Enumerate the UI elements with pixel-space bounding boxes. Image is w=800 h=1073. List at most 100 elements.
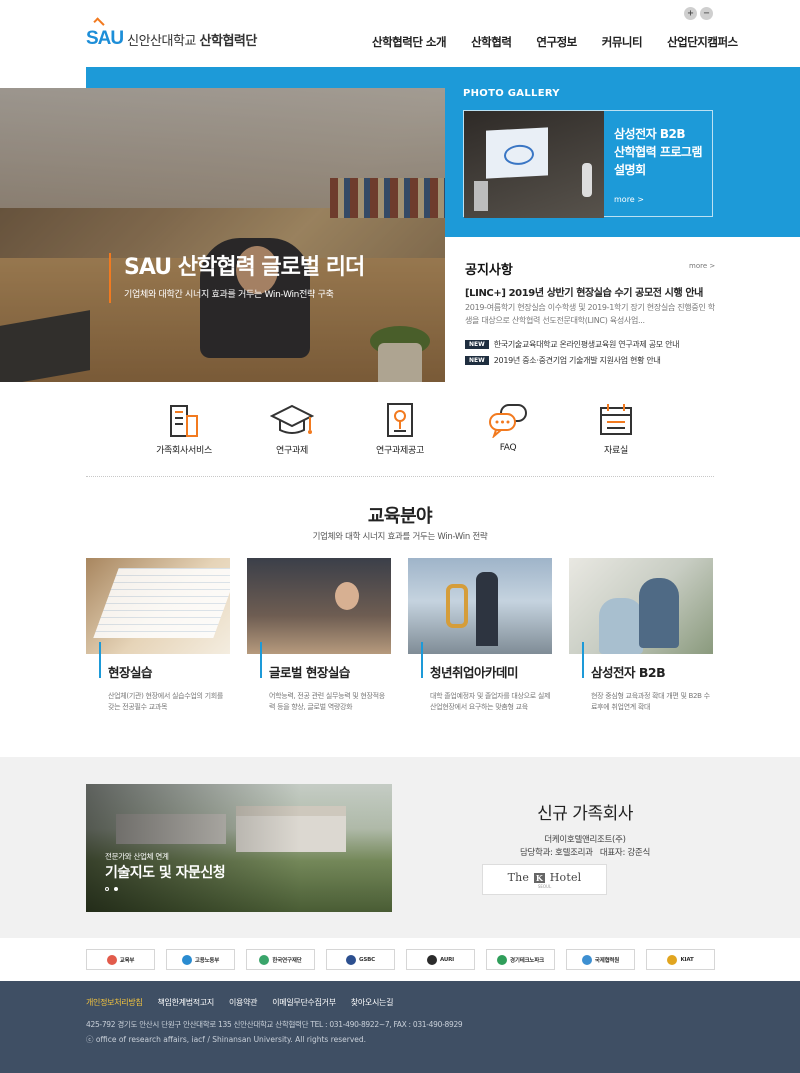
new-badge: NEW	[465, 355, 489, 365]
partner-logo[interactable]: 교육부	[86, 949, 155, 970]
gallery-caption-line: 설명회	[614, 163, 646, 177]
notice-description: 2019-여름학기 현장실습 이수학생 및 2019-1학기 장기 현장실습 진…	[465, 303, 715, 325]
logo-text: 신안산대학교 산학협력단	[127, 33, 257, 49]
education-card-desc: 현장 중심형 교육과정 확대 개편 및 B2B 수료후에 취업연계 확대	[591, 692, 710, 711]
partner-emblem-icon	[346, 954, 357, 965]
partner-emblem-icon	[106, 954, 117, 965]
hero-accent-bar	[109, 253, 111, 303]
education-card-title[interactable]: 삼성전자 B2B	[591, 662, 713, 681]
nav-item-cooperation[interactable]: 산학협력	[471, 34, 512, 50]
graduation-cap-icon	[270, 401, 314, 439]
family-company-logo[interactable]: The K Hotel SEOUL	[482, 864, 607, 895]
footer-link-terms[interactable]: 이용약관	[229, 997, 258, 1008]
education-card-image[interactable]	[247, 558, 391, 654]
partner-emblem-icon	[496, 954, 507, 965]
partner-emblem-icon	[181, 954, 192, 965]
slider-dot-active[interactable]	[114, 887, 118, 891]
slider-dot[interactable]	[105, 887, 109, 891]
nav-item-campus[interactable]: 산업단지캠퍼스	[667, 34, 738, 50]
zoom-in-button[interactable]: +	[684, 7, 697, 20]
notice-item-text[interactable]: 한국기술교육대학교 온라인평생교육원 연구과제 공모 안내	[494, 339, 680, 350]
nav-item-intro[interactable]: 산학협력단 소개	[372, 34, 447, 50]
calendar-icon	[594, 401, 638, 439]
education-card[interactable]: 현장실습 산업체(기관) 현장에서 실습수업의 기회를 갖는 전공필수 교과목	[86, 558, 230, 734]
education-card-desc: 대학 졸업예정자 및 졸업자를 대상으로 실제 산업현장에서 요구하는 맞춤형 …	[430, 692, 551, 711]
notice-heading: 공지사항	[465, 263, 513, 278]
section-divider	[86, 476, 714, 477]
quick-menu: 가족회사서비스 연구과제 연구과제공고 FAQ 자료실	[130, 401, 670, 456]
education-title: 교육분야	[367, 506, 433, 527]
partner-emblem-icon	[667, 954, 678, 965]
footer-link-directions[interactable]: 찾아오시는길	[351, 997, 394, 1008]
quick-item-research[interactable]: 연구과제	[238, 401, 346, 456]
education-card-title[interactable]: 글로벌 현장실습	[269, 662, 391, 681]
hero-title: SAU 산학협력 글로벌 리더	[124, 255, 365, 280]
site-logo[interactable]: SAU 신안산대학교 산학협력단	[86, 17, 257, 50]
gallery-heading: PHOTO GALLERY	[463, 88, 560, 99]
partner-logo[interactable]: 한국연구재단	[246, 949, 315, 970]
notice-item[interactable]: NEW 2019년 중소·중견기업 기술개발 지원사업 현황 안내	[465, 352, 679, 368]
education-card[interactable]: 삼성전자 B2B 현장 중심형 교육과정 확대 개편 및 B2B 수료후에 취업…	[569, 558, 713, 734]
notice-more-link[interactable]: more >	[689, 262, 715, 270]
education-card-desc: 산업체(기관) 현장에서 실습수업의 기회를 갖는 전공필수 교과목	[108, 692, 224, 711]
consulting-banner[interactable]	[86, 784, 392, 912]
family-ceo: 대표자: 강준식	[599, 848, 650, 858]
quick-item-faq[interactable]: FAQ	[454, 401, 562, 456]
partner-logo[interactable]: KIAT	[646, 949, 715, 970]
education-card-desc: 어학능력, 전공 관련 실무능력 및 현장적응력 등을 향상, 글로벌 역량강화	[269, 692, 385, 711]
new-badge: NEW	[465, 339, 489, 349]
slider-dots	[105, 887, 118, 891]
logo-mark: SAU	[86, 17, 124, 50]
hero-banner[interactable]	[0, 88, 445, 382]
certificate-icon	[378, 401, 422, 439]
zoom-out-button[interactable]: −	[700, 7, 713, 20]
quick-item-label: FAQ	[499, 443, 517, 453]
footer-link-privacy[interactable]: 개인정보처리방침	[86, 997, 143, 1008]
footer-link-email-policy[interactable]: 이메일무단수집거부	[272, 997, 336, 1008]
education-cards: 현장실습 산업체(기관) 현장에서 실습수업의 기회를 갖는 전공필수 교과목 …	[86, 558, 713, 734]
partner-logo[interactable]: AURI	[406, 949, 475, 970]
education-card[interactable]: 청년취업아카데미 대학 졸업예정자 및 졸업자를 대상으로 실제 산업현장에서 …	[408, 558, 552, 734]
education-card[interactable]: 글로벌 현장실습 어학능력, 전공 관련 실무능력 및 현장적응력 등을 향상,…	[247, 558, 391, 734]
quick-item-archive[interactable]: 자료실	[562, 401, 670, 456]
consulting-subtitle: 전문가와 산업체 연계	[105, 852, 169, 861]
quick-item-family-service[interactable]: 가족회사서비스	[130, 401, 238, 456]
partner-logo[interactable]: 국제협력원	[566, 949, 635, 970]
quick-item-label: 가족회사서비스	[156, 446, 212, 456]
partner-logo[interactable]: 고용노동부	[166, 949, 235, 970]
main-nav: 산학협력단 소개 산학협력 연구정보 커뮤니티 산업단지캠퍼스	[372, 34, 738, 50]
education-subtitle: 기업체와 대학 시너지 효과를 거두는 Win-Win 전략	[312, 532, 488, 542]
partner-emblem-icon	[259, 954, 270, 965]
chat-bubbles-icon	[486, 401, 530, 439]
notice-item-text[interactable]: 2019년 중소·중견기업 기술개발 지원사업 현황 안내	[494, 355, 661, 366]
education-card-image[interactable]	[86, 558, 230, 654]
nav-item-research[interactable]: 연구정보	[536, 34, 577, 50]
notice-item[interactable]: NEW 한국기술교육대학교 온라인평생교육원 연구과제 공모 안내	[465, 336, 680, 352]
gallery-caption-line: 삼성전자 B2B	[614, 127, 685, 141]
quick-item-research-notice[interactable]: 연구과제공고	[346, 401, 454, 456]
partner-logos: 교육부 고용노동부 한국연구재단 GSBC AURI 경기테크노파크 국제협력원…	[86, 949, 715, 970]
education-card-image[interactable]	[569, 558, 713, 654]
gallery-photo[interactable]	[464, 111, 604, 218]
footer-copyright: ⓒ office of research affairs, iacf / Shi…	[86, 1035, 367, 1044]
partner-logo[interactable]: 경기테크노파크	[486, 949, 555, 970]
notice-headline[interactable]: [LINC+] 2019년 상반기 현장실습 수기 공모전 시행 안내	[465, 284, 703, 299]
quick-item-label: 자료실	[604, 446, 628, 456]
education-card-image[interactable]	[408, 558, 552, 654]
partner-emblem-icon	[426, 954, 437, 965]
footer-links: 개인정보처리방침 책임한계법적고지 이용약관 이메일무단수집거부 찾아오시는길	[86, 997, 393, 1008]
nav-item-community[interactable]: 커뮤니티	[602, 34, 643, 50]
education-card-title[interactable]: 현장실습	[108, 662, 230, 681]
family-details: 담당학과: 호텔조리과 대표자: 강준식	[460, 846, 710, 858]
footer-address: 425-792 경기도 안산시 단원구 안산대학로 135 신안산대학교 산학협…	[86, 1020, 463, 1029]
consulting-title[interactable]: 기술지도 및 자문신청	[105, 862, 226, 882]
quick-item-label: 연구과제공고	[376, 446, 424, 456]
gallery-caption-line: 산학협력 프로그램	[614, 145, 703, 159]
footer-link-disclaimer[interactable]: 책임한계법적고지	[157, 997, 214, 1008]
gallery-card[interactable]: 삼성전자 B2B 산학협력 프로그램 설명회 more >	[463, 110, 713, 218]
partner-emblem-icon	[581, 954, 592, 965]
education-card-title[interactable]: 청년취업아카데미	[430, 662, 552, 681]
gallery-more-link[interactable]: more >	[614, 195, 712, 204]
zoom-controls: + −	[684, 7, 713, 20]
partner-logo[interactable]: GSBC	[326, 949, 395, 970]
